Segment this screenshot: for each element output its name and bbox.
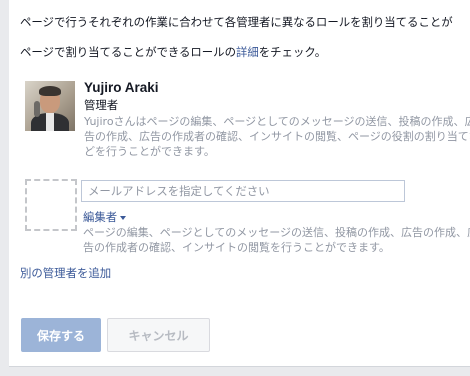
- cancel-button[interactable]: キャンセル: [107, 318, 210, 352]
- intro-roles-line: ページで割り当てることができるロールの詳細をチェック。: [20, 44, 326, 60]
- new-admin-avatar-placeholder: [25, 179, 77, 231]
- email-input[interactable]: [81, 180, 405, 202]
- admin-role-description: Yujiroさんはページの編集、ページとしてのメッセージの送信、投稿の作成、広告…: [84, 115, 470, 158]
- admin-roles-panel: ページで行うそれぞれの作業に合わせて各管理者に異なるロールを割り当てることが ペ…: [9, 0, 470, 367]
- avatar: [25, 81, 75, 131]
- intro-roles-prefix: ページで割り当てることができるロールの: [20, 45, 236, 59]
- intro-text: ページで行うそれぞれの作業に合わせて各管理者に異なるロールを割り当てることが: [20, 15, 453, 29]
- role-description: ページの編集、ページとしてのメッセージの送信、投稿の作成、広告の作成、広告の作成…: [83, 226, 470, 254]
- save-button[interactable]: 保存する: [21, 318, 101, 352]
- admin-name: Yujiro Araki: [84, 80, 159, 95]
- role-dropdown-label: 編集者: [83, 210, 118, 224]
- chevron-down-icon: [120, 215, 127, 220]
- intro-roles-suffix: をチェック。: [258, 45, 327, 59]
- admin-role: 管理者: [84, 98, 119, 112]
- role-dropdown[interactable]: 編集者: [83, 209, 127, 225]
- add-admin-link[interactable]: 別の管理者を追加: [20, 265, 111, 281]
- roles-details-link[interactable]: 詳細: [236, 45, 259, 59]
